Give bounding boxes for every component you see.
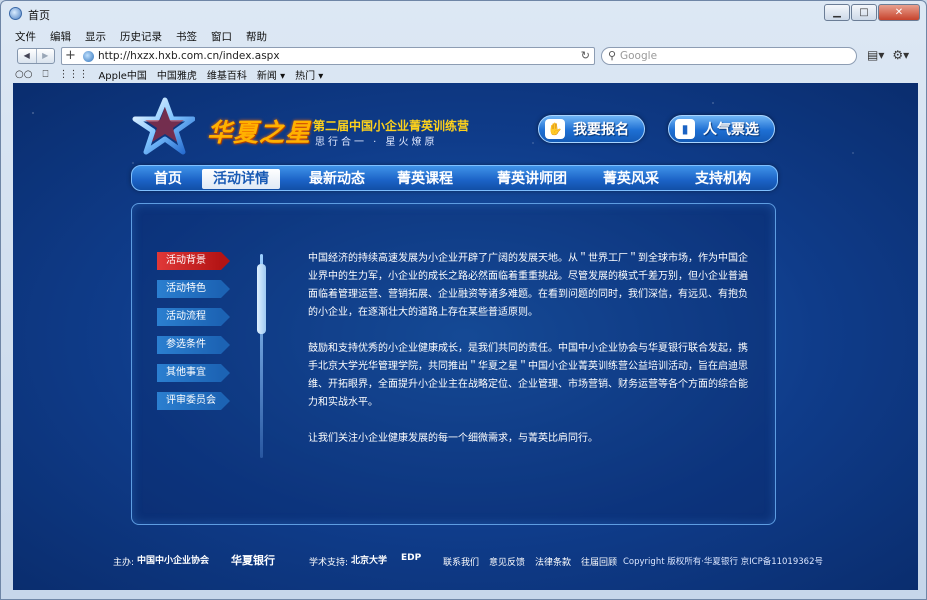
- copyright-text: Copyright 版权所有·华夏银行 京ICP备11019362号: [623, 557, 823, 567]
- academic-support-label: 学术支持:: [309, 558, 349, 568]
- signup-label: 我要报名: [573, 122, 629, 138]
- star-logo-icon: [132, 97, 195, 155]
- window-controls: ▁ □ ✕: [823, 4, 920, 21]
- globe-icon: [83, 51, 94, 62]
- signup-button[interactable]: ✋ 我要报名: [538, 115, 645, 143]
- brand-subtitle: 第二届中国小企业菁英训练营: [313, 119, 470, 133]
- sidebar-item-background[interactable]: 活动背景: [157, 252, 230, 270]
- back-forward-buttons: ◀ ▶: [17, 48, 55, 64]
- close-icon[interactable]: ✕: [878, 4, 920, 21]
- scrollbar-thumb[interactable]: [257, 264, 266, 334]
- bookmark-popular[interactable]: 热门 ▾: [295, 67, 323, 82]
- bookmarks-bar: ○○ ⎕ ⋮⋮⋮ Apple中国 中国雅虎 维基百科 新闻 ▾ 热门 ▾: [1, 66, 926, 83]
- vote-button[interactable]: ▮ 人气票选: [668, 115, 775, 143]
- bar-chart-icon: ▮: [675, 119, 695, 139]
- address-url[interactable]: http://hxzx.hxb.com.cn/index.aspx: [98, 50, 280, 62]
- menu-bookmarks[interactable]: 书签: [176, 28, 197, 46]
- nav-lecturers[interactable]: 菁英讲师团: [490, 169, 574, 189]
- paragraph-1: 中国经济的持续高速发展为小企业开辟了广阔的发展天地。从＂世界工厂＂到全球市场，作…: [308, 253, 748, 318]
- maximize-icon[interactable]: □: [851, 4, 877, 21]
- title-bar: 首页 ▁ □ ✕: [1, 1, 926, 27]
- back-arrow-icon[interactable]: ◀: [18, 49, 36, 63]
- reading-glasses-icon[interactable]: ○○: [15, 69, 32, 80]
- sidebar-item-process[interactable]: 活动流程: [157, 308, 230, 326]
- menu-view[interactable]: 显示: [85, 28, 106, 46]
- menu-window[interactable]: 窗口: [211, 28, 232, 46]
- add-bookmark-icon[interactable]: +: [65, 48, 76, 64]
- sidebar-item-criteria[interactable]: 参选条件: [157, 336, 230, 354]
- page-favicon-icon: [9, 7, 22, 20]
- host-label: 主办:: [113, 558, 135, 568]
- address-bar[interactable]: + http://hxzx.hxb.com.cn/index.aspx ↻: [61, 47, 595, 65]
- content-panel: 活动背景 活动特色 活动流程 参选条件 其他事宜 评审委员会 中国经济的持续高速…: [131, 203, 776, 525]
- search-placeholder: Google: [620, 50, 658, 62]
- sme-association-logo: 中国中小企业协会: [137, 556, 210, 566]
- brand-slogan: 思行合一 · 星火燎原: [315, 137, 438, 148]
- footer-link-contact[interactable]: 联系我们: [443, 555, 479, 568]
- brand-title: 华夏之星: [207, 118, 312, 147]
- minimize-icon[interactable]: ▁: [824, 4, 850, 21]
- window-title: 首页: [28, 9, 50, 22]
- bookmark-news[interactable]: 新闻 ▾: [257, 67, 285, 82]
- navigation-toolbar: ◀ ▶ + http://hxzx.hxb.com.cn/index.aspx …: [1, 46, 926, 66]
- footer-link-legal[interactable]: 法律条款: [535, 555, 571, 568]
- hand-icon: ✋: [545, 119, 565, 139]
- nav-supporters[interactable]: 支持机构: [688, 169, 758, 189]
- nav-activity-details[interactable]: 活动详情: [202, 169, 280, 189]
- forward-arrow-icon[interactable]: ▶: [35, 49, 55, 63]
- menu-history[interactable]: 历史记录: [120, 28, 162, 46]
- footer: 主办: 中国中小企业协会 华夏银行 学术支持: 北京大学 EDP 联系我们 意见…: [13, 551, 918, 571]
- main-navigation: 首页 活动详情 最新动态 菁英课程 菁英讲师团 菁英风采 支持机构: [131, 165, 778, 191]
- bookmark-wikipedia[interactable]: 维基百科: [207, 67, 247, 82]
- search-icon: ⚲: [608, 49, 617, 62]
- menu-file[interactable]: 文件: [15, 28, 36, 46]
- pku-logo: 北京大学: [351, 556, 388, 566]
- nav-elite-courses[interactable]: 菁英课程: [390, 169, 460, 189]
- sidebar-item-other[interactable]: 其他事宜: [157, 364, 230, 382]
- edp-logo: EDP: [401, 553, 422, 563]
- footer-link-feedback[interactable]: 意见反馈: [489, 555, 525, 568]
- paragraph-2: 鼓励和支持优秀的小企业健康成长，是我们共同的责任。中国中小企业协会与华夏银行联合…: [308, 343, 748, 408]
- menu-bar: 文件 编辑 显示 历史记录 书签 窗口 帮助: [1, 28, 926, 46]
- grid-icon[interactable]: ⋮⋮⋮: [58, 69, 88, 80]
- footer-link-previous[interactable]: 往届回顾: [581, 555, 617, 568]
- nav-latest-news[interactable]: 最新动态: [302, 169, 372, 189]
- web-page: 华夏之星 第二届中国小企业菁英训练营 思行合一 · 星火燎原 ✋ 我要报名 ▮ …: [13, 83, 918, 590]
- menu-edit[interactable]: 编辑: [50, 28, 71, 46]
- huaxia-bank-logo: 华夏银行: [231, 554, 275, 567]
- gear-icon[interactable]: ⚙▾: [892, 48, 909, 62]
- nav-home[interactable]: 首页: [146, 169, 190, 189]
- search-field[interactable]: ⚲ Google: [601, 47, 857, 65]
- menu-help[interactable]: 帮助: [246, 28, 267, 46]
- book-icon[interactable]: ⎕: [42, 69, 48, 80]
- nav-elite-showcase[interactable]: 菁英风采: [596, 169, 666, 189]
- sidebar-item-committee[interactable]: 评审委员会: [157, 392, 230, 410]
- browser-window: 首页 ▁ □ ✕ 文件 编辑 显示 历史记录 书签 窗口 帮助 ◀ ▶ + ht…: [0, 0, 927, 600]
- toolbar-icons: ▤▾ ⚙▾: [867, 48, 917, 62]
- bookmark-apple[interactable]: Apple中国: [98, 67, 146, 82]
- bookmark-yahoo[interactable]: 中国雅虎: [157, 67, 197, 82]
- vote-label: 人气票选: [703, 122, 759, 138]
- reload-icon[interactable]: ↻: [581, 49, 590, 62]
- paragraph-3: 让我们关注小企业健康发展的每一个细微需求，与菁英比肩同行。: [308, 433, 598, 444]
- sidebar-item-features[interactable]: 活动特色: [157, 280, 230, 298]
- page-menu-icon[interactable]: ▤▾: [867, 48, 884, 62]
